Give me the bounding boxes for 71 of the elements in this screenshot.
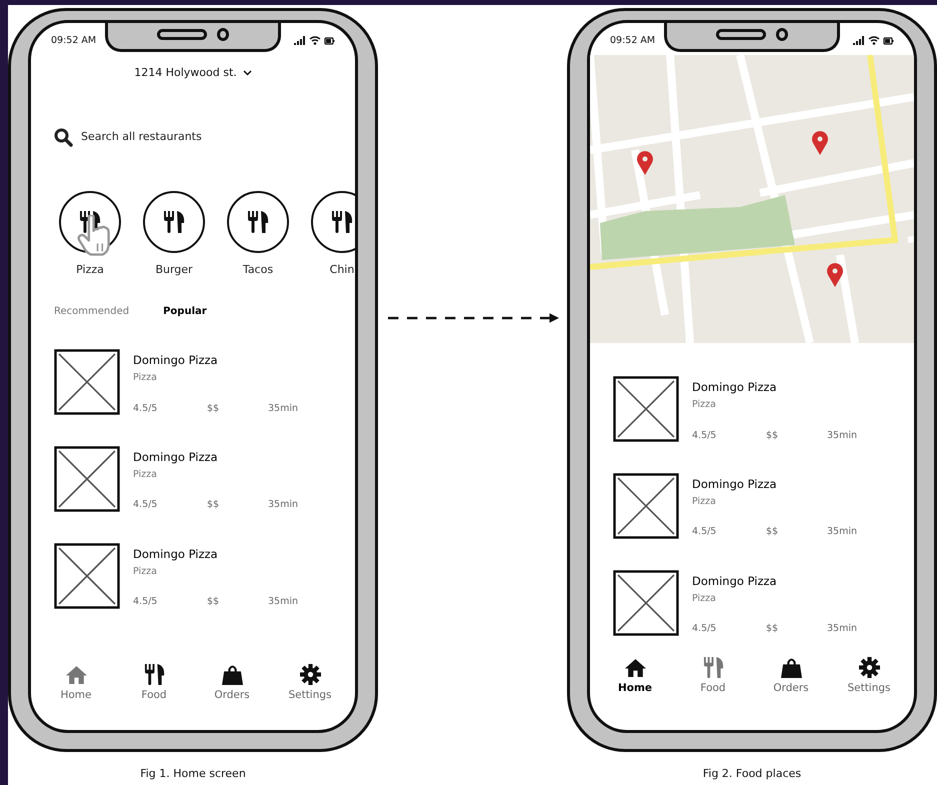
price-level: $$ — [766, 428, 780, 442]
tab[interactable]: Popular — [163, 304, 207, 319]
category-button[interactable] — [311, 190, 355, 252]
fork-knife-icon — [331, 210, 353, 232]
cuisine-label: Pizza — [133, 371, 158, 386]
fork-knife-icon — [247, 210, 269, 232]
image-placeholder — [54, 446, 120, 512]
price-level: $$ — [207, 595, 220, 609]
image-placeholder — [613, 376, 679, 442]
delivery-time: 35min — [268, 402, 298, 416]
restaurant-name: Domingo Pizza — [133, 546, 219, 562]
chevron-down-icon[interactable] — [242, 70, 252, 76]
status-time: 09:52 AM — [51, 34, 96, 48]
price-level: $$ — [207, 402, 220, 416]
cuisine-label: Pizza — [133, 564, 158, 579]
rating-text: 4.5/5 — [692, 428, 718, 442]
price-level: $$ — [766, 525, 780, 540]
cuisine-label: Pizza — [692, 495, 717, 509]
nav-tab[interactable]: Settings — [271, 664, 349, 704]
shopping-bag-icon[interactable] — [780, 657, 802, 678]
nav-tab[interactable]: Settings — [830, 657, 908, 697]
image-placeholder — [613, 570, 679, 636]
category-label: Burger — [155, 262, 193, 278]
price-level: $$ — [766, 622, 780, 636]
shopping-bag-icon[interactable] — [222, 664, 242, 686]
settings-icon[interactable] — [300, 664, 320, 686]
restaurant-name: Domingo Pizza — [692, 379, 778, 396]
fork-knife-icon — [144, 664, 164, 686]
restaurant-name: Domingo Pizza — [133, 448, 219, 466]
nav-tab[interactable]: Home — [596, 657, 674, 697]
figure-caption: Fig 1. Home screen — [140, 766, 246, 782]
delivery-time: 35min — [827, 525, 858, 540]
rating-text: 4.5/5 — [692, 525, 718, 540]
restaurant-name: Domingo Pizza — [133, 352, 219, 369]
rating-text: 4.5/5 — [133, 402, 158, 416]
price-level: $$ — [207, 498, 220, 512]
cuisine-label: Pizza — [692, 398, 717, 412]
delivery-time: 35min — [268, 498, 298, 512]
restaurant-name: Domingo Pizza — [692, 476, 778, 493]
nav-tab[interactable]: Food — [674, 657, 752, 697]
image-placeholder — [613, 472, 679, 539]
image-placeholder — [54, 349, 120, 415]
status-icons — [294, 36, 335, 46]
category-label: Chin — [330, 262, 354, 278]
nav-tab[interactable]: Home — [37, 664, 115, 704]
home-icon[interactable] — [624, 657, 646, 678]
search-icon — [54, 128, 73, 146]
cuisine-label: Pizza — [692, 592, 717, 606]
nav-tab[interactable]: Food — [115, 664, 193, 704]
rating-text: 4.5/5 — [692, 622, 718, 636]
cuisine-label: Pizza — [133, 468, 158, 482]
category-label: Pizza — [76, 262, 104, 278]
delivery-time: 35min — [827, 622, 858, 636]
restaurant-name: Domingo Pizza — [692, 572, 778, 590]
nav-tab[interactable]: Orders — [752, 657, 830, 697]
image-placeholder — [54, 542, 120, 608]
delivery-time: 35min — [827, 428, 858, 442]
status-time: 09:52 AM — [610, 34, 656, 48]
nav-tab[interactable]: Orders — [193, 664, 271, 704]
search-field[interactable]: Search all restaurants — [81, 128, 281, 146]
address-selector[interactable]: 1214 Holywood st. — [134, 65, 237, 82]
tab[interactable]: Recommended — [54, 304, 130, 319]
fork-knife-icon — [702, 657, 724, 678]
status-icons — [853, 36, 894, 46]
rating-text: 4.5/5 — [133, 498, 158, 512]
category-label: Tacos — [242, 262, 274, 278]
settings-icon[interactable] — [858, 657, 880, 678]
fork-knife-icon — [163, 210, 185, 232]
figure-caption: Fig 2. Food places — [702, 766, 802, 782]
rating-text: 4.5/5 — [133, 595, 158, 609]
delivery-time: 35min — [268, 595, 298, 609]
